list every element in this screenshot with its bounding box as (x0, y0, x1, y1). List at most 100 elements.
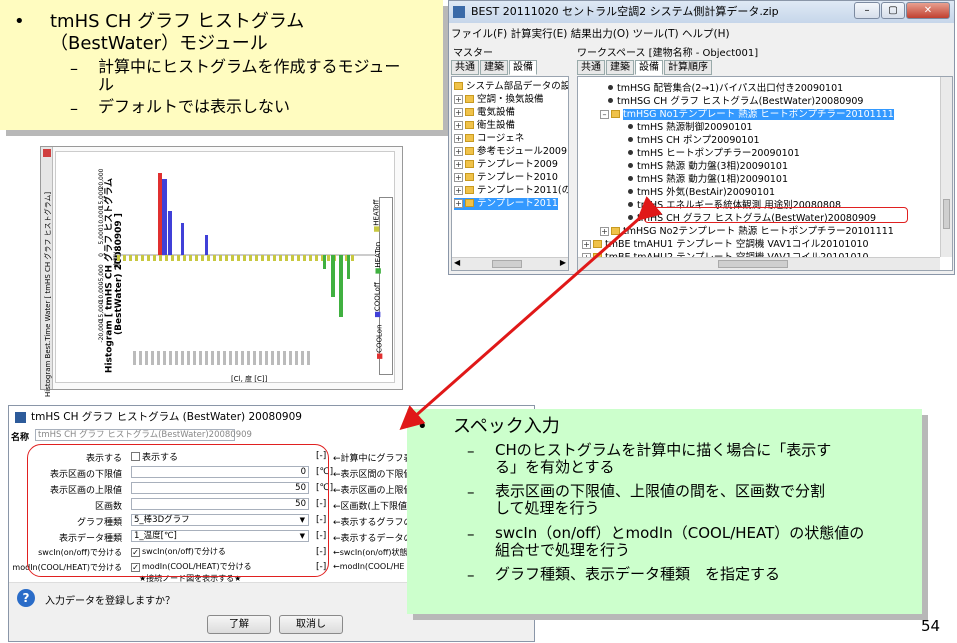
tab-master-building[interactable]: 建築 (480, 60, 508, 75)
x-tick-mark (175, 351, 178, 365)
spec-item-2b: して処理を行う (495, 499, 600, 517)
master-tree-item[interactable]: + 空調・換気設備 (454, 94, 544, 106)
folder-icon (465, 199, 474, 207)
ws-tree-item[interactable]: tmHSG 配管集合(2→1)バイパス出口付き20090101 (608, 83, 843, 95)
master-tree-item[interactable]: + 電気設備 (454, 107, 515, 119)
legend-cool-on: ■COOLon (375, 324, 384, 360)
ws-tree-item[interactable]: tmHS 熱源 動力盤(1相)20090101 (628, 174, 788, 186)
y-tick-label: -5,000 (98, 264, 105, 284)
expand-icon[interactable]: + (454, 121, 463, 130)
folder-icon (465, 95, 474, 103)
scroll-thumb[interactable] (943, 199, 950, 229)
x-tick-mark (169, 351, 172, 365)
ws-tree-item[interactable]: tmHS 外気(BestAir)20090101 (628, 187, 775, 199)
name-label: 名称 (11, 433, 30, 443)
folder-icon (465, 147, 474, 155)
folder-icon (465, 173, 474, 181)
scroll-thumb[interactable] (718, 260, 788, 268)
tab-ws-building[interactable]: 建築 (606, 60, 634, 75)
note-line-2: （BestWater）モジュール (50, 33, 268, 54)
master-hscrollbar[interactable]: ◀ ▶ (452, 257, 568, 270)
minimize-button[interactable]: – (854, 2, 880, 19)
row-desc: ←表示区間の下限値 (333, 470, 413, 480)
master-tree-item[interactable]: + テンプレート2010 (454, 172, 558, 184)
expand-icon[interactable]: + (454, 173, 463, 182)
histogram-bar-heat-off (147, 255, 150, 261)
ws-tree-item[interactable]: tmHSG CH グラフ ヒストグラム(BestWater)20080909 (608, 96, 863, 108)
app-icon (453, 6, 465, 18)
master-tree-item[interactable]: + テンプレート2009 (454, 159, 558, 171)
histogram-bar-heat-off (243, 255, 246, 261)
spec-item-2a: 表示区画の下限値、上限値の間を、区画数で分割 (495, 482, 826, 500)
tab-ws-calc-order[interactable]: 計算順序 (664, 60, 712, 75)
ws-hscrollbar[interactable] (578, 257, 940, 270)
expand-icon[interactable]: + (454, 95, 463, 104)
histogram-bar-heat-off (165, 255, 168, 261)
master-tree-item-selected[interactable]: + テンプレート2011 (454, 198, 558, 210)
module-note: • tmHS CH グラフ ヒストグラム （BestWater）モジュール – … (0, 0, 443, 130)
legend: ■COOLon ■COOLoff ■HEATon ■HEAToff (372, 197, 393, 375)
histogram-bar-cool-off (205, 235, 208, 255)
expand-icon[interactable]: + (454, 199, 463, 208)
expand-icon[interactable]: + (454, 108, 463, 117)
ws-tree-item-selected[interactable]: – tmHSG No1テンプレート 熱源 ヒートポンプチラー20101111 (600, 109, 894, 121)
folder-icon (465, 108, 474, 116)
expand-icon[interactable]: + (454, 160, 463, 169)
close-icon[interactable] (43, 149, 51, 157)
master-tree-item[interactable]: +テンプレート2011(のモジ (454, 185, 568, 197)
expand-icon[interactable]: + (454, 186, 463, 195)
cancel-button[interactable]: 取消し (279, 615, 343, 634)
ws-tree-item[interactable]: tmHS ヒートポンプチラー20090101 (628, 148, 800, 160)
histogram-bar-heat-on (331, 255, 335, 297)
x-tick-mark (307, 351, 310, 365)
y-tick-label: -20,000 (98, 319, 105, 342)
histogram-bar-heat-off (285, 255, 288, 261)
y-tick-label: 15,000 (98, 187, 105, 208)
histogram-bar-heat-off (201, 255, 204, 261)
menu-bar[interactable]: ファイル(F) 計算実行(E) 結果出力(O) ツール(T) ヘルプ(H) (451, 26, 730, 41)
maximize-button[interactable]: ▢ (881, 2, 905, 19)
master-tree-item[interactable]: + 衛生設備 (454, 120, 515, 132)
dash: – (467, 525, 475, 543)
ws-tree-item[interactable]: + tmBE tmAHU1 テンプレート 空調機 VAV1コイル20101010 (582, 239, 869, 251)
ws-vscrollbar[interactable] (940, 77, 952, 257)
x-tick-mark (193, 351, 196, 365)
expand-icon[interactable]: + (454, 147, 463, 156)
x-tick-mark (187, 351, 190, 365)
close-button[interactable]: ✕ (906, 2, 950, 19)
tab-master-equipment[interactable]: 設備 (509, 60, 537, 75)
histogram-bar-heat-off (219, 255, 222, 261)
expand-icon[interactable]: + (454, 134, 463, 143)
bullet: • (417, 416, 428, 437)
row-desc: ←区画数(上下限値 (333, 502, 408, 512)
highlight-outline (644, 207, 908, 223)
x-tick-mark (223, 351, 226, 365)
tab-ws-common[interactable]: 共通 (577, 60, 605, 75)
x-tick-mark (157, 351, 160, 365)
tab-master-common[interactable]: 共通 (451, 60, 479, 75)
x-tick-mark (145, 351, 148, 365)
histogram-bar-heat-off (267, 255, 270, 261)
master-tree-item[interactable]: + コージェネ (454, 133, 524, 145)
master-tree-item[interactable]: システム部品データの設定 (454, 81, 568, 93)
ws-tree-item[interactable]: tmHS 熱源 動力盤(3相)20090101 (628, 161, 788, 173)
histogram-bar-cool-off (162, 179, 167, 255)
ws-tree-item[interactable]: tmHS 熱源制御20090101 (628, 122, 753, 134)
scroll-thumb[interactable] (492, 260, 522, 268)
ws-tree-item[interactable]: + tmHSG No2テンプレート 熱源 ヒートポンプチラー20101111 (600, 226, 894, 238)
spec-item-4: グラフ種類、表示データ種類 を指定する (495, 565, 781, 583)
dialog-title: tmHS CH グラフ ヒストグラム (BestWater) 20080909 (31, 411, 302, 423)
x-tick-mark (163, 351, 166, 365)
ws-tree-item[interactable]: tmHS CH ポンプ20090101 (628, 135, 760, 147)
master-tree-item[interactable]: + 参考モジュール2009 (454, 146, 567, 158)
x-tick-mark (181, 351, 184, 365)
app-icon (15, 412, 26, 423)
note-sub-1b: ル (98, 75, 115, 94)
spec-item-1a: CHのヒストグラムを計算中に描く場合に「表示す (495, 441, 832, 459)
x-tick-mark (301, 351, 304, 365)
ok-button[interactable]: 了解 (207, 615, 271, 634)
tab-ws-equipment[interactable]: 設備 (635, 60, 663, 75)
workspace-tree: tmHSG 配管集合(2→1)バイパス出口付き20090101 tmHSG CH… (577, 76, 953, 271)
name-field[interactable]: tmHS CH グラフ ヒストグラム(BestWater)20080909 (35, 429, 252, 441)
histogram-bar-heat-off (249, 255, 252, 261)
